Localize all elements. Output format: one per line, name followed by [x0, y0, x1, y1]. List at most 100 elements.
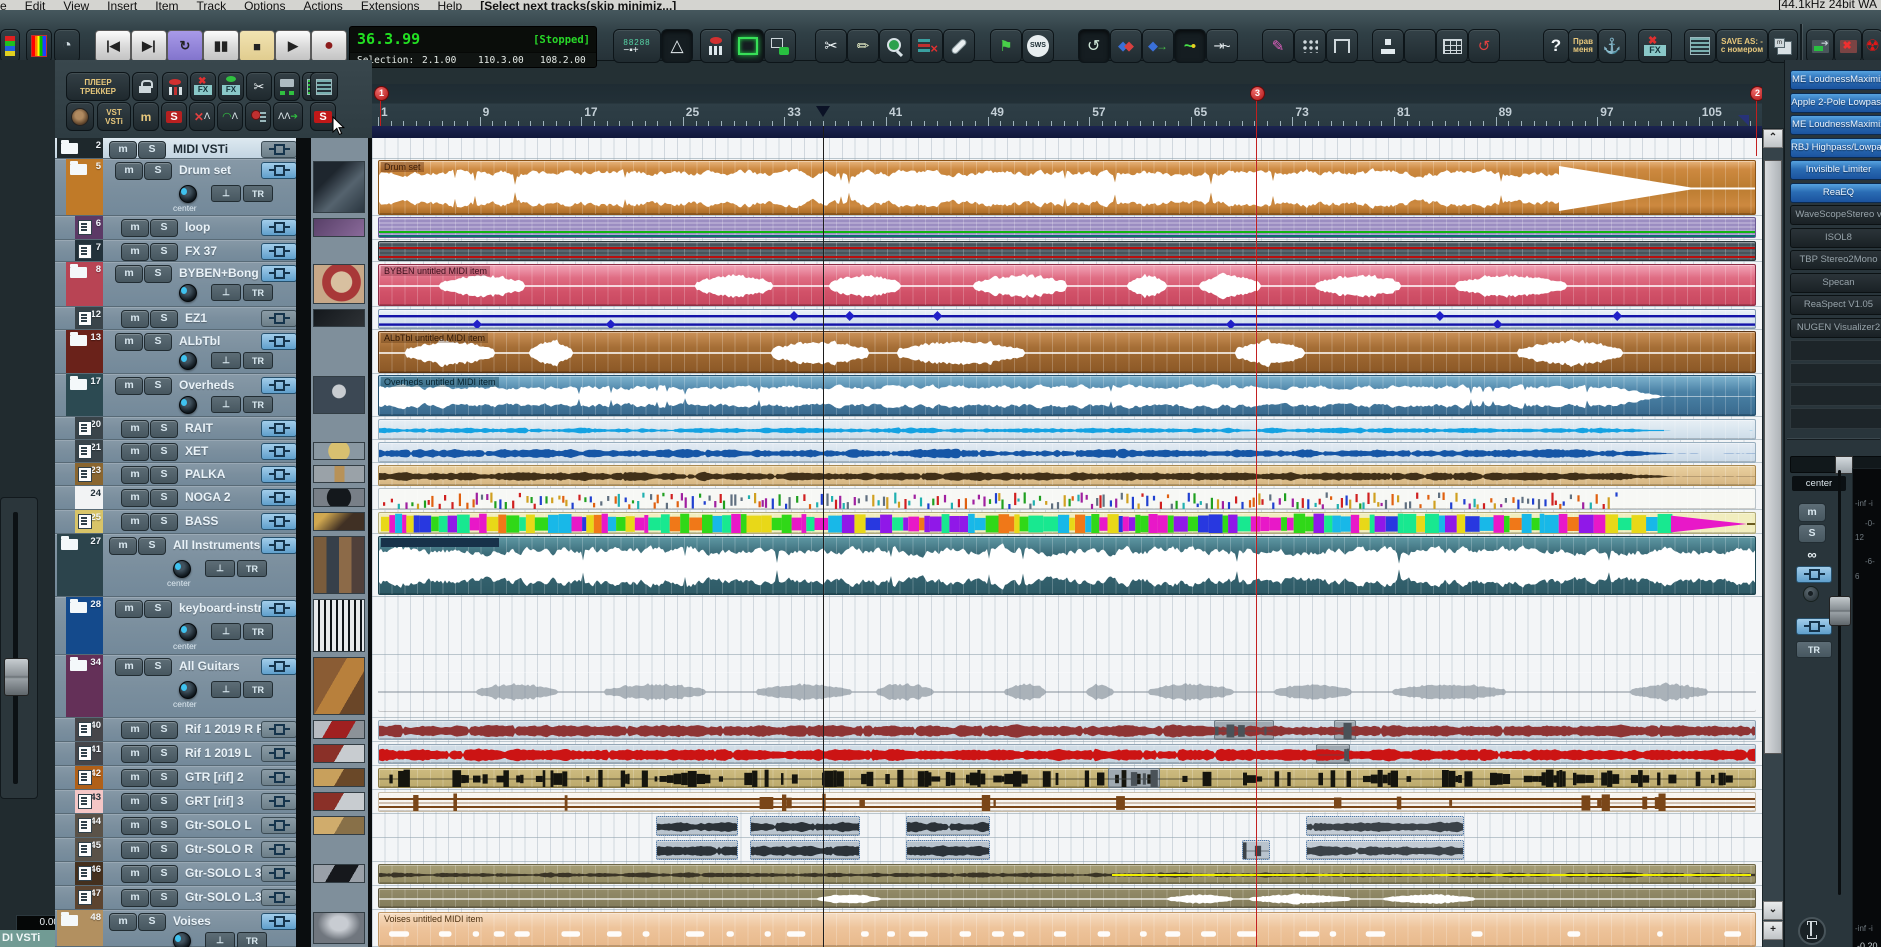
io-button[interactable]	[261, 745, 296, 762]
menu-item-item[interactable]: Item	[155, 0, 178, 10]
track-row-byben-bong[interactable]: 8 m S BYBEN+Bong ⊥ TR	[55, 262, 296, 307]
pan-knob[interactable]	[179, 623, 197, 641]
guitars-faint-item[interactable]	[378, 672, 1756, 712]
menu-item-view[interactable]: View	[63, 0, 89, 10]
rif-l-item[interactable]	[378, 744, 1756, 764]
track-row-all-guitars[interactable]: 34 m S All Guitars center ⊥ TR	[55, 655, 296, 718]
width-button[interactable]: ⊥	[211, 352, 241, 369]
solo-button[interactable]: S	[144, 377, 172, 395]
grid-settings-icon[interactable]	[1294, 29, 1326, 63]
overheds-item[interactable]: Overheds untitled MIDI item	[378, 375, 1756, 416]
track-row-rif-1-2019-r-pit[interactable]: 40mSRif 1 2019 R Pit–	[55, 718, 296, 742]
mute-button[interactable]: m	[115, 333, 143, 351]
edit-me-button[interactable]: Прав меня	[1568, 29, 1598, 63]
fx-slot-bypassed-isol8[interactable]: ISOL8	[1790, 227, 1881, 248]
io-button[interactable]	[261, 310, 296, 327]
track-row-overheds[interactable]: 17 m S Overheds ⊥ TR	[55, 374, 296, 417]
pan-knob[interactable]	[179, 396, 197, 414]
fx-slot-bypassed-nugen-visualizer2[interactable]: NUGEN Visualizer2	[1790, 317, 1881, 338]
solo-button[interactable]: S	[150, 489, 178, 507]
width-button[interactable]: ⊥	[211, 185, 241, 202]
routing-matrix-icon[interactable]: ꓥꓥ ➔	[273, 102, 303, 131]
solo-button[interactable]: S	[144, 265, 172, 283]
track-name[interactable]: Rif 1 2019 R Pit	[185, 722, 272, 736]
master-io-button-2[interactable]	[1796, 618, 1832, 635]
razor-edit-icon[interactable]: ✂	[246, 72, 272, 101]
io-button[interactable]	[261, 420, 296, 437]
gtr-solo-l-1[interactable]	[656, 816, 738, 836]
track-name[interactable]: Gtr-SOLO R	[185, 842, 253, 856]
monitor-icon[interactable]	[66, 102, 94, 131]
track-row-gtr-solo-r[interactable]: 45mSGtr-SOLO R–	[55, 838, 296, 862]
track-name[interactable]: All Guitars	[179, 659, 240, 673]
track-name[interactable]: Gtr-SOLO L.39	[185, 890, 268, 904]
io-button[interactable]	[261, 466, 296, 483]
mute-button[interactable]: m	[121, 865, 149, 883]
track-row-noga-2[interactable]: 24 m S NOGA 2	[55, 486, 296, 510]
fx-slot-invisible-limiter[interactable]: Invisible Limiter	[1790, 160, 1881, 180]
menu-item-help[interactable]: Help	[438, 0, 463, 10]
solo-button[interactable]: S	[150, 793, 178, 811]
timeline-ruler[interactable]: 1 9 17 25 33 41 49 57 65 73 81 89 97 105 1 3 2	[372, 84, 1762, 127]
marker-2[interactable]: 2	[1750, 86, 1762, 101]
track-row-ez1[interactable]: 12mSEZ1–	[55, 307, 296, 330]
track-name[interactable]: Voises	[173, 914, 211, 928]
mute-button[interactable]: m	[121, 443, 149, 461]
io-button[interactable]	[261, 162, 296, 179]
master-record-arm[interactable]	[1803, 586, 1819, 602]
rif-r-block-1[interactable]	[1214, 720, 1274, 740]
screenshot-icon[interactable]	[764, 29, 796, 63]
mute-button[interactable]: m	[115, 658, 143, 676]
mute-button[interactable]: m	[115, 377, 143, 395]
solo-button[interactable]: S	[144, 333, 172, 351]
mute-button[interactable]: m	[109, 537, 137, 555]
io-button[interactable]	[261, 865, 296, 882]
fader-knob[interactable]	[4, 658, 29, 696]
xet-item[interactable]	[378, 442, 1756, 463]
gtr-solo-r-1[interactable]	[656, 840, 738, 860]
mute-button[interactable]: m	[115, 162, 143, 180]
grt-rif-3-item[interactable]	[378, 792, 1756, 812]
fx-bypass-button[interactable]: ✖ FX	[1638, 29, 1672, 63]
mute-button[interactable]: m	[121, 420, 149, 438]
tr-button[interactable]: TR	[237, 560, 267, 577]
player-tracker-button[interactable]: ПЛЕЕР ТРЕККЕР	[66, 72, 130, 101]
width-button[interactable]: ⊥	[205, 560, 235, 577]
folder-new-icon[interactable]	[1404, 29, 1436, 63]
corner-markers-icon[interactable]	[1326, 29, 1358, 63]
marker-1[interactable]: 1	[374, 86, 389, 101]
rif-r-item[interactable]	[378, 720, 1756, 740]
gauge-icon[interactable]: ◔	[54, 29, 80, 63]
track-name[interactable]: GRT [rif] 3	[185, 794, 244, 808]
render-stamp-icon[interactable]	[1372, 29, 1404, 63]
loop-item[interactable]	[378, 217, 1756, 238]
folder-io-icon[interactable]	[274, 72, 300, 101]
fx-slot-empty[interactable]	[1790, 340, 1881, 361]
media-items-icon[interactable]: m	[1768, 29, 1798, 63]
gtr-solo-l-3[interactable]	[906, 816, 990, 836]
fx-37-item[interactable]	[378, 241, 1756, 261]
master-menu-icon[interactable]	[1798, 917, 1826, 945]
metronome-icon[interactable]: △	[661, 29, 693, 63]
move-envelope-icon[interactable]: ◆ →	[1142, 29, 1174, 63]
gtr-rif-2-block[interactable]	[1108, 768, 1160, 788]
track-name[interactable]: PALKA	[185, 467, 225, 481]
io-button[interactable]	[261, 265, 296, 282]
io-button[interactable]	[261, 141, 296, 158]
scrollbar-thumb[interactable]	[1764, 160, 1782, 754]
solo-button[interactable]: S	[150, 219, 178, 237]
gtr-solo-r-2[interactable]	[750, 840, 860, 860]
gtr-solo-l39-item[interactable]	[378, 888, 1756, 908]
track-name[interactable]: FX 37	[185, 244, 217, 258]
solo-button[interactable]: S	[150, 513, 178, 531]
mute-button[interactable]: m	[121, 243, 149, 261]
mute-button[interactable]: m	[121, 793, 149, 811]
width-button[interactable]: ⊥	[211, 284, 241, 301]
master-fader-track[interactable]	[1838, 470, 1841, 895]
io-button[interactable]	[261, 333, 296, 350]
io-button[interactable]	[261, 841, 296, 858]
table-view-icon[interactable]	[1436, 29, 1468, 63]
visible-list-icon[interactable]	[310, 72, 338, 101]
width-button[interactable]: ⊥	[211, 623, 241, 640]
fx-slot-me-loudnessmaximiz[interactable]: ME LoudnessMaximiz	[1790, 115, 1881, 135]
